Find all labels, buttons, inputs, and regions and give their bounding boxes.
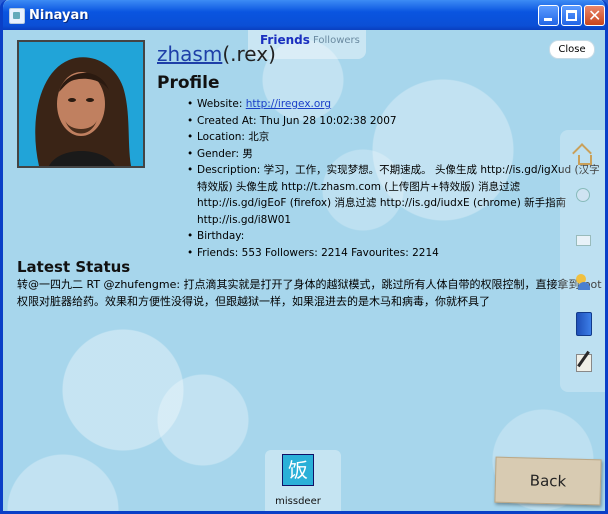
latest-status-text: 转@一四九二 RT @zhufengme: 打点滴其实就是打开了身体的越狱模式，… bbox=[17, 278, 602, 308]
created-at-item: Created At: Thu Jun 28 10:02:38 2007 bbox=[187, 113, 605, 130]
app-icon bbox=[9, 8, 25, 24]
minimize-button[interactable] bbox=[538, 5, 559, 26]
back-button[interactable]: Back bbox=[494, 456, 602, 506]
home-icon[interactable] bbox=[572, 143, 594, 166]
username-row: zhasm(.rex) bbox=[157, 42, 276, 66]
website-item: Website: http://iregex.org bbox=[187, 96, 605, 113]
app-window: Ninayan ✕ Friends Followers Close zhasm(… bbox=[0, 0, 608, 514]
minimize-icon bbox=[544, 18, 552, 21]
tab-followers[interactable]: Followers bbox=[313, 35, 360, 46]
birthday-item: Birthday: bbox=[187, 228, 605, 245]
close-button[interactable]: Close bbox=[549, 40, 595, 59]
window-close-button[interactable]: ✕ bbox=[584, 5, 605, 26]
close-icon: ✕ bbox=[588, 6, 602, 25]
profile-heading: Profile bbox=[157, 73, 220, 93]
friend-card[interactable]: 饭 missdeer bbox=[265, 450, 341, 511]
location-item: Location: 北京 bbox=[187, 129, 605, 146]
counts-item: Friends: 553 Followers: 2214 Favourites:… bbox=[187, 245, 605, 262]
username-link[interactable]: zhasm bbox=[157, 42, 222, 66]
website-label: Website: bbox=[197, 98, 243, 110]
title-bar[interactable]: Ninayan ✕ bbox=[3, 0, 605, 30]
gender-item: Gender: 男 bbox=[187, 146, 605, 163]
friend-avatar[interactable]: 饭 bbox=[282, 454, 314, 486]
smile-icon[interactable] bbox=[572, 186, 594, 208]
latest-status-heading: Latest Status bbox=[17, 258, 131, 276]
window-title: Ninayan bbox=[29, 8, 89, 23]
screen-name: (.rex) bbox=[222, 42, 276, 66]
mail-icon[interactable] bbox=[572, 230, 594, 252]
friend-name: missdeer bbox=[275, 496, 321, 507]
profile-view: Friends Followers Close zhasm(.rex) Prof… bbox=[3, 30, 605, 511]
profile-details: Website: http://iregex.org Created At: T… bbox=[187, 96, 605, 262]
side-toolbar bbox=[560, 130, 605, 392]
maximize-button[interactable] bbox=[561, 5, 582, 26]
people-icon[interactable] bbox=[572, 270, 594, 292]
maximize-icon bbox=[566, 10, 577, 21]
avatar-image bbox=[19, 42, 143, 166]
website-link[interactable]: http://iregex.org bbox=[246, 98, 331, 110]
book-icon[interactable] bbox=[572, 312, 594, 336]
pen-icon[interactable] bbox=[572, 350, 594, 372]
avatar bbox=[17, 40, 145, 168]
description-item: Description: 学习，工作，实现梦想。不期速成。 头像生成 http:… bbox=[187, 162, 605, 228]
